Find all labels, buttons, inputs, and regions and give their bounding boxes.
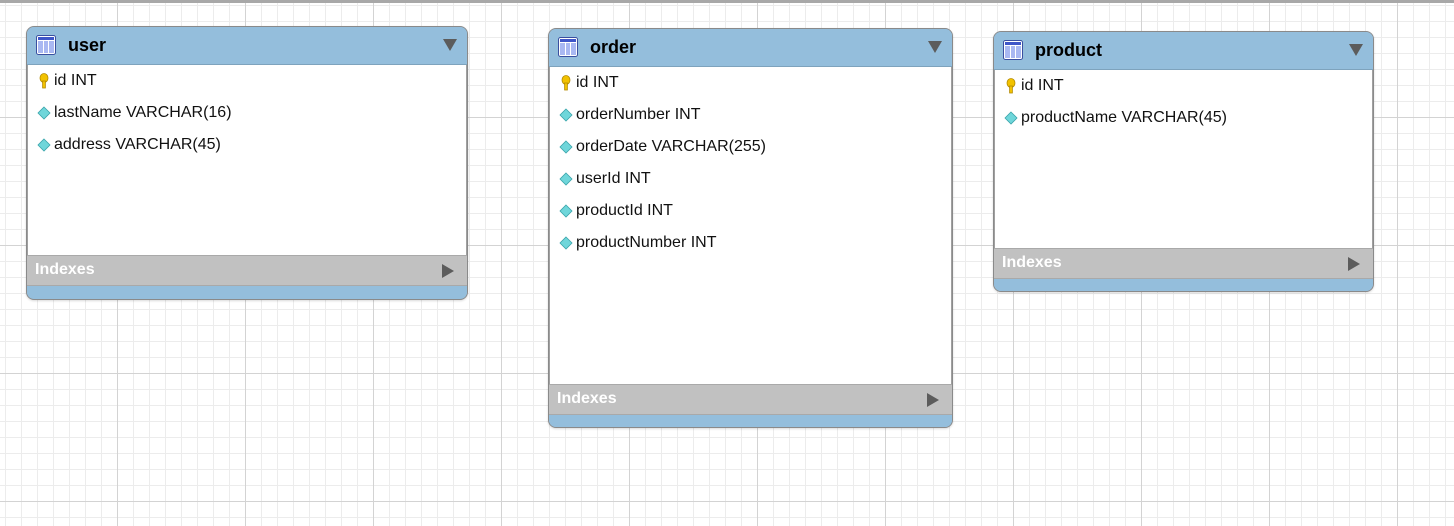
column-row[interactable]: productNumber INT <box>550 227 951 259</box>
column-row[interactable]: orderNumber INT <box>550 99 951 131</box>
diamond-icon <box>559 172 573 186</box>
table-footer <box>27 286 467 298</box>
table-footer <box>994 279 1373 291</box>
table-grid-icon <box>36 35 56 55</box>
diamond-icon <box>559 236 573 250</box>
triangle-down-icon[interactable] <box>928 41 942 53</box>
canvas-top-border <box>0 0 1454 3</box>
indexes-section[interactable]: Indexes <box>27 255 467 286</box>
column-label: id INT <box>576 74 619 91</box>
table-title: user <box>68 35 107 55</box>
table-product[interactable]: product id INT productName VARCHAR(45) I… <box>993 31 1374 292</box>
column-label: userId INT <box>576 170 651 187</box>
columns-list: id INT productName VARCHAR(45) <box>994 70 1373 248</box>
table-order[interactable]: order id INT orderNumber INT orderDate V… <box>548 28 953 428</box>
table-user[interactable]: user id INT lastName VARCHAR(16) address… <box>26 26 468 300</box>
table-grid-icon <box>558 37 578 57</box>
indexes-section[interactable]: Indexes <box>994 248 1373 279</box>
table-header[interactable]: order <box>549 29 952 67</box>
column-label: orderDate VARCHAR(255) <box>576 138 766 155</box>
column-label: orderNumber INT <box>576 106 701 123</box>
columns-list: id INT lastName VARCHAR(16) address VARC… <box>27 65 467 255</box>
diamond-icon <box>37 106 51 120</box>
columns-list: id INT orderNumber INT orderDate VARCHAR… <box>549 67 952 384</box>
triangle-right-icon[interactable] <box>1348 257 1360 271</box>
column-row[interactable]: lastName VARCHAR(16) <box>28 97 466 129</box>
table-footer <box>549 415 952 427</box>
column-row[interactable]: userId INT <box>550 163 951 195</box>
column-label: productNumber INT <box>576 234 717 251</box>
indexes-label: Indexes <box>557 390 617 407</box>
column-row[interactable]: orderDate VARCHAR(255) <box>550 131 951 163</box>
triangle-down-icon[interactable] <box>443 39 457 51</box>
table-grid-icon <box>1003 40 1023 60</box>
column-row[interactable]: id INT <box>995 70 1372 102</box>
table-title: order <box>590 37 637 57</box>
table-header[interactable]: user <box>27 27 467 65</box>
key-icon <box>561 75 571 91</box>
diamond-icon <box>37 138 51 152</box>
column-label: productName VARCHAR(45) <box>1021 109 1227 126</box>
column-label: address VARCHAR(45) <box>54 136 221 153</box>
table-header[interactable]: product <box>994 32 1373 70</box>
key-icon <box>1006 78 1016 94</box>
indexes-label: Indexes <box>1002 254 1062 271</box>
column-row[interactable]: productId INT <box>550 195 951 227</box>
indexes-label: Indexes <box>35 261 95 278</box>
triangle-down-icon[interactable] <box>1349 44 1363 56</box>
column-label: id INT <box>1021 77 1064 94</box>
column-row[interactable]: productName VARCHAR(45) <box>995 102 1372 134</box>
key-icon <box>39 73 49 89</box>
column-label: lastName VARCHAR(16) <box>54 104 232 121</box>
table-title: product <box>1035 40 1102 60</box>
triangle-right-icon[interactable] <box>442 264 454 278</box>
diamond-icon <box>559 140 573 154</box>
diamond-icon <box>559 108 573 122</box>
indexes-section[interactable]: Indexes <box>549 384 952 415</box>
column-row[interactable]: id INT <box>28 65 466 97</box>
diamond-icon <box>1004 111 1018 125</box>
column-label: productId INT <box>576 202 673 219</box>
diamond-icon <box>559 204 573 218</box>
column-label: id INT <box>54 72 97 89</box>
column-row[interactable]: address VARCHAR(45) <box>28 129 466 161</box>
triangle-right-icon[interactable] <box>927 393 939 407</box>
column-row[interactable]: id INT <box>550 67 951 99</box>
